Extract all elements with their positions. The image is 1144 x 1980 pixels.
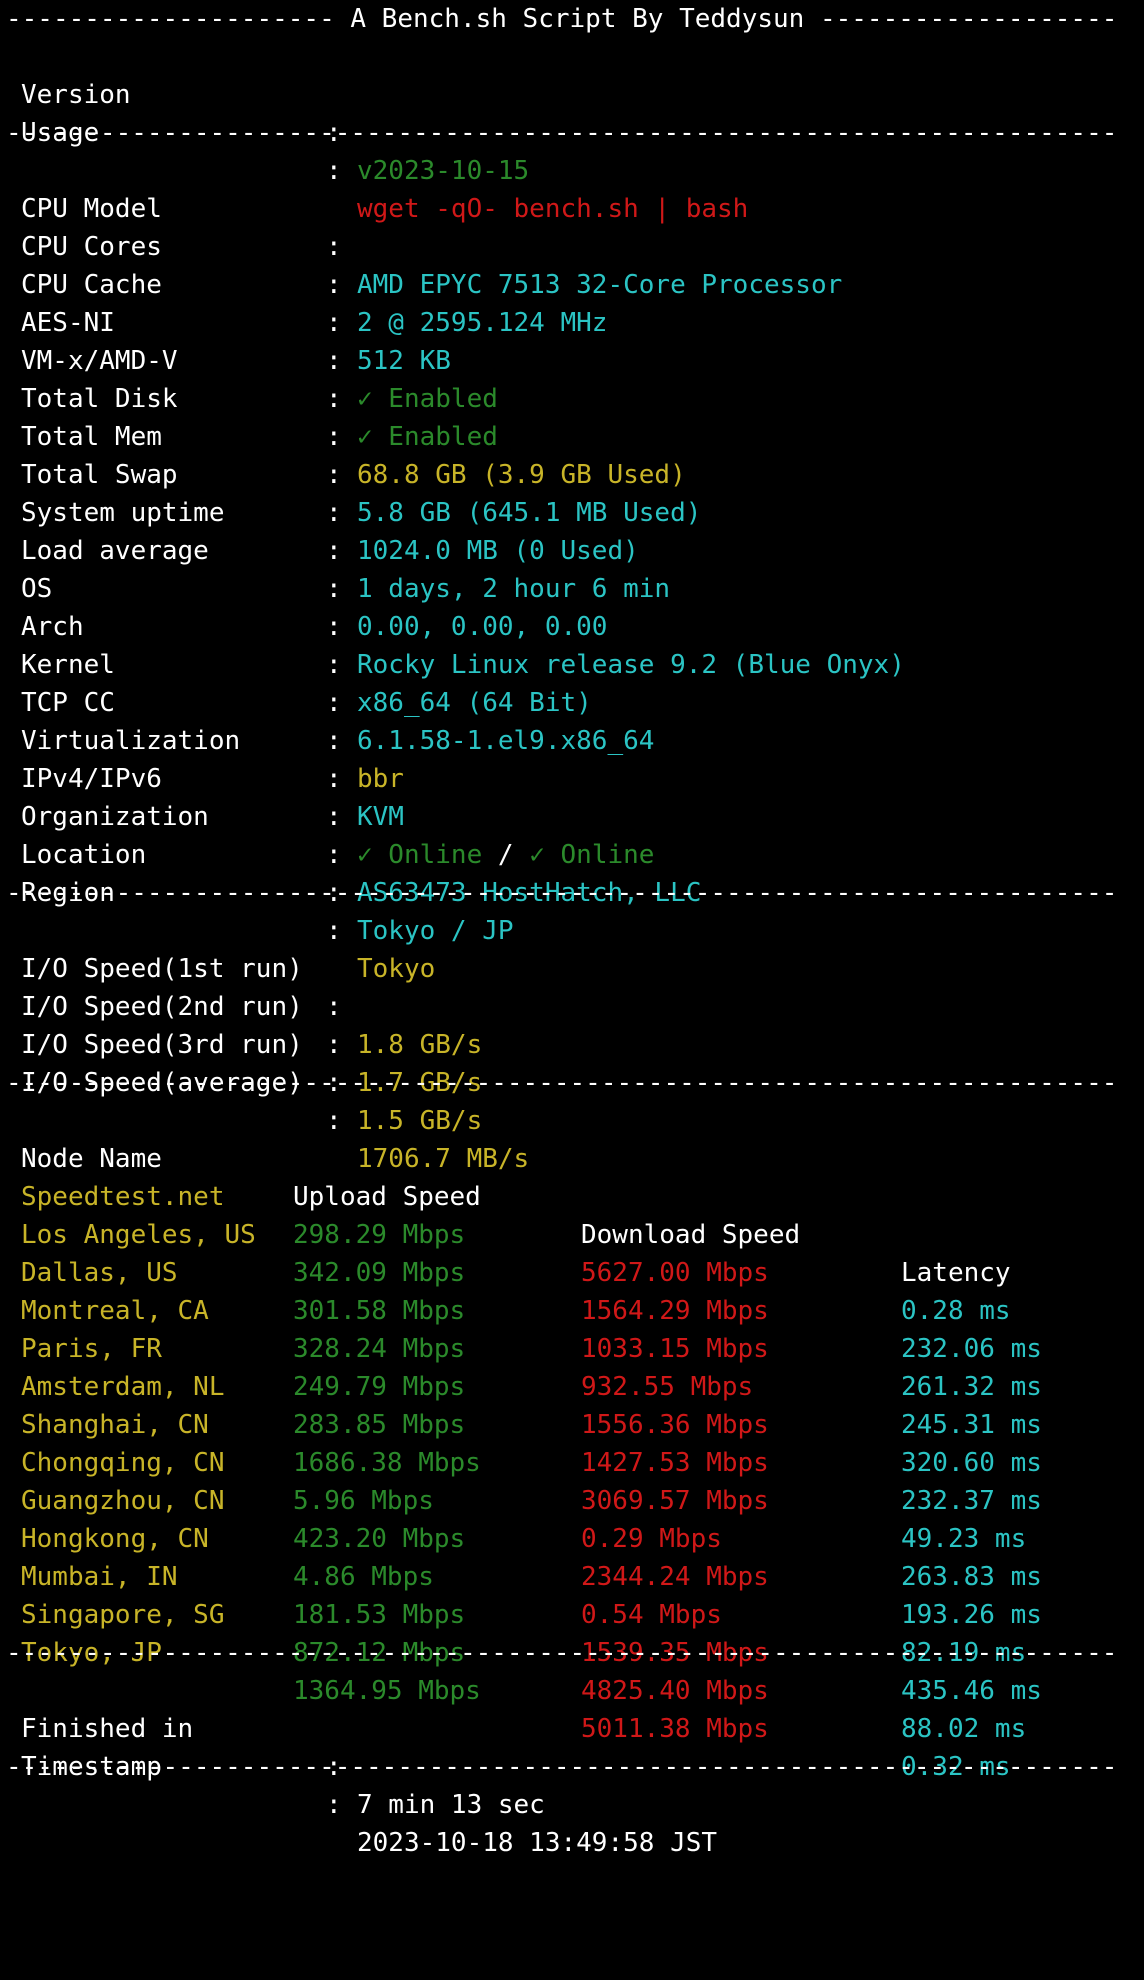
ip-row: IPv4/IPv6 : ✓ Online / ✓ Online — [0, 722, 1144, 870]
separator: ----------------------------------------… — [6, 878, 1118, 908]
swap-row: Total Swap : 1024.0 MB (0 Used) — [0, 418, 1144, 566]
io-run1-row: I/O Speed(1st run) : 1.8 GB/s — [0, 912, 1144, 1060]
separator: ----------------------------------------… — [6, 1752, 1118, 1782]
speedtest-header-row: Node Name Upload Speed Download Speed La… — [0, 1102, 1144, 1288]
table-row: Hongkong, CN 4.86 Mbps 0.54 Mbps 82.19 m… — [0, 1482, 1144, 1668]
colon: : — [326, 1790, 342, 1820]
load-row: Load average : 0.00, 0.00, 0.00 — [0, 494, 1144, 642]
location-row: Location : Tokyo / JP — [0, 798, 1144, 946]
separator: ----------------------------------------… — [6, 1638, 1118, 1668]
table-row: Montreal, CA 328.24 Mbps 932.55 Mbps 245… — [0, 1254, 1144, 1440]
timestamp-value: 2023-10-18 13:49:58 JST — [357, 1828, 718, 1858]
virt-row: Virtualization : KVM — [0, 684, 1144, 832]
tcpcc-row: TCP CC : bbr — [0, 646, 1144, 794]
table-row: Dallas, US 301.58 Mbps 1033.15 Mbps 261.… — [0, 1216, 1144, 1402]
table-row: Amsterdam, NL 283.85 Mbps 1427.53 Mbps 2… — [0, 1330, 1144, 1516]
table-row: Speedtest.net 298.29 Mbps 5627.00 Mbps 0… — [0, 1140, 1144, 1326]
mem-row: Total Mem : 5.8 GB (645.1 MB Used) — [0, 380, 1144, 528]
aes-row: AES-NI : ✓ Enabled — [0, 266, 1144, 414]
uptime-row: System uptime : 1 days, 2 hour 6 min — [0, 456, 1144, 604]
cpu-model-row: CPU Model : AMD EPYC 7513 32-Core Proces… — [0, 152, 1144, 300]
kernel-row: Kernel : 6.1.58-1.el9.x86_64 — [0, 608, 1144, 756]
cpu-cache-row: CPU Cache : 512 KB — [0, 228, 1144, 376]
io-avg-row: I/O Speed(average) : 1706.7 MB/s — [0, 1026, 1144, 1174]
table-row: Guangzhou, CN 423.20 Mbps 2344.24 Mbps 1… — [0, 1444, 1144, 1630]
arch-row: Arch : x86_64 (64 Bit) — [0, 570, 1144, 718]
finished-value: 7 min 13 sec — [357, 1790, 545, 1820]
table-row: Singapore, SG 872.12 Mbps 4825.40 Mbps 8… — [0, 1558, 1144, 1744]
table-row: Los Angeles, US 342.09 Mbps 1564.29 Mbps… — [0, 1178, 1144, 1364]
table-row: Chongqing, CN 5.96 Mbps 0.29 Mbps 263.83… — [0, 1406, 1144, 1592]
table-row: Shanghai, CN 1686.38 Mbps 3069.57 Mbps 4… — [0, 1368, 1144, 1554]
vmx-row: VM-x/AMD-V : ✓ Enabled — [0, 304, 1144, 452]
version-row: Version : v2023-10-15 — [0, 38, 1144, 186]
usage-row: Usage : wget -qO- bench.sh | bash — [0, 76, 1144, 224]
table-row: Tokyo, JP 1364.95 Mbps 5011.38 Mbps 0.32… — [0, 1596, 1144, 1782]
io-run3-row: I/O Speed(3rd run) : 1.5 GB/s — [0, 988, 1144, 1136]
title-line: --------------------- A Bench.sh Script … — [6, 4, 1118, 34]
table-row: Mumbai, IN 181.53 Mbps 1539.35 Mbps 435.… — [0, 1520, 1144, 1706]
terminal-window: --------------------- A Bench.sh Script … — [0, 0, 1144, 1858]
finished-row: Finished in : 7 min 13 sec — [0, 1672, 1144, 1820]
os-row: OS : Rocky Linux release 9.2 (Blue Onyx) — [0, 532, 1144, 680]
org-row: Organization : AS63473 HostHatch, LLC — [0, 760, 1144, 908]
timestamp-row: Timestamp : 2023-10-18 13:49:58 JST — [0, 1710, 1144, 1858]
region-row: Region : Tokyo — [0, 836, 1144, 984]
cpu-cores-row: CPU Cores : 2 @ 2595.124 MHz — [0, 190, 1144, 338]
separator: ----------------------------------------… — [6, 1068, 1118, 1098]
disk-row: Total Disk : 68.8 GB (3.9 GB Used) — [0, 342, 1144, 490]
table-row: Paris, FR 249.79 Mbps 1556.36 Mbps 320.6… — [0, 1292, 1144, 1478]
io-run2-row: I/O Speed(2nd run) : 1.7 GB/s — [0, 950, 1144, 1098]
separator: ----------------------------------------… — [6, 118, 1118, 148]
